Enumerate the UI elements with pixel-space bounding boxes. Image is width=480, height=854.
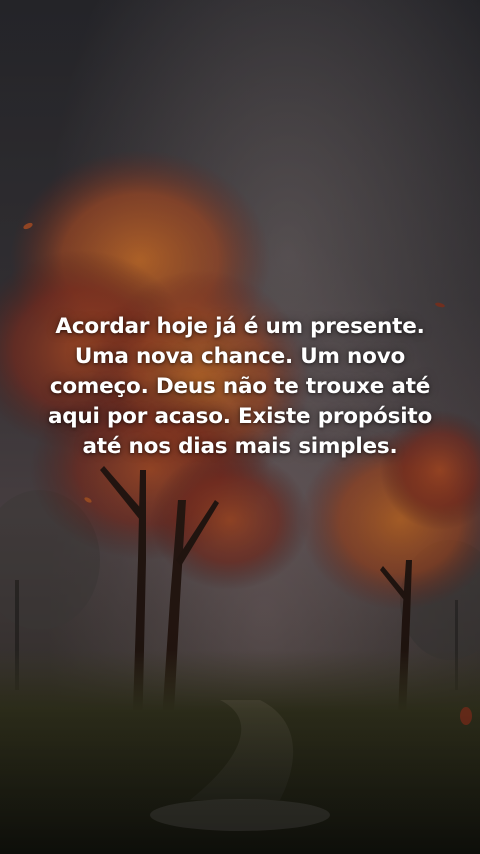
quote-line: Uma nova chance. Um novo bbox=[74, 344, 406, 369]
quote-line: aqui por acaso. Existe propósito bbox=[47, 404, 433, 429]
quote-line: começo. Deus não te trouxe até bbox=[49, 374, 431, 399]
quote-line: até nos dias mais simples. bbox=[82, 434, 398, 459]
quote-text: Acordar hoje já é um presente. Uma nova … bbox=[40, 312, 440, 462]
quote-line: Acordar hoje já é um presente. bbox=[55, 314, 425, 339]
story-screen: Acordar hoje já é um presente. Uma nova … bbox=[0, 0, 480, 854]
